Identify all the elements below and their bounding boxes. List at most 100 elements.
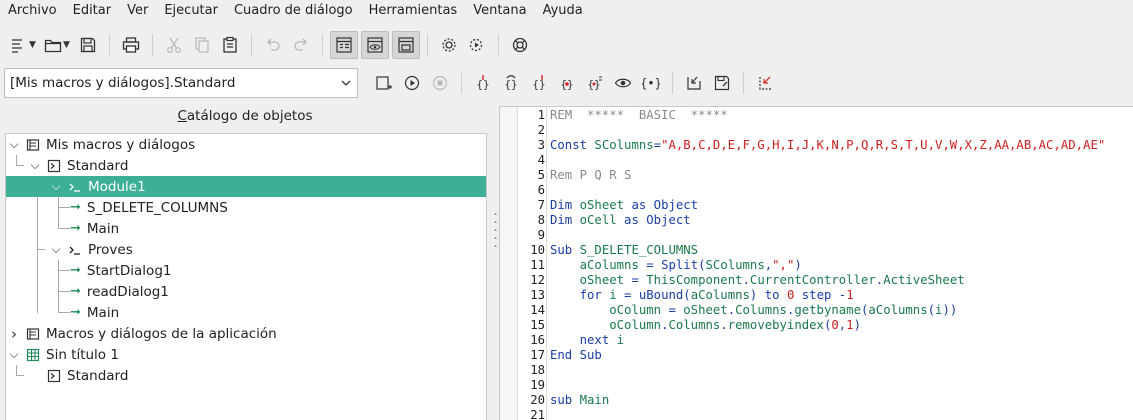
code-line[interactable]: 7 Dim oSheet as Object [500, 198, 1133, 213]
breakpoint-button[interactable]: {} [553, 69, 581, 97]
code-token: Columns [668, 318, 721, 332]
code-line[interactable]: 10 Sub S_DELETE_COLUMNS [500, 243, 1133, 258]
stop-button[interactable] [426, 69, 454, 97]
paste-button[interactable] [216, 31, 244, 59]
menu-ver[interactable]: Ver [121, 0, 154, 22]
code-line[interactable]: 16 next i [500, 333, 1133, 348]
select-module-button[interactable] [435, 31, 463, 59]
insert-source-button[interactable] [680, 69, 708, 97]
code-token: ActiveSheet [883, 273, 965, 287]
code-token: Dim [550, 213, 580, 227]
code-line[interactable]: 1 REM ***** BASIC ***** [500, 108, 1133, 123]
copy-button[interactable] [188, 31, 216, 59]
menu-ayuda[interactable]: Ayuda [537, 0, 589, 22]
object-catalog-button[interactable] [330, 31, 358, 59]
line-number: 2 [537, 123, 545, 137]
cut-button[interactable] [160, 31, 188, 59]
code-text: Const SColumns="A,B,C,D,E,F,G,H,I,J,K,N,… [550, 138, 1105, 153]
code-line[interactable]: 5 Rem P Q R S [500, 168, 1133, 183]
new-document-button[interactable]: ▼ [6, 31, 40, 59]
tree-item[interactable]: ➞ StartDialog1 [6, 260, 486, 281]
chevron-down-icon[interactable]: ⌵ [49, 179, 63, 194]
chevron-down-icon [341, 80, 351, 86]
open-button[interactable]: ▼ [40, 31, 74, 59]
chevron-down-icon[interactable]: ⌵ [49, 242, 63, 257]
step-into-button[interactable]: {} [469, 69, 497, 97]
compile-button[interactable] [370, 69, 398, 97]
code-token: = [624, 273, 647, 287]
tree-item[interactable]: Standard [6, 365, 486, 386]
save-source-button[interactable] [708, 69, 736, 97]
code-line[interactable]: 9 [500, 228, 1133, 243]
menu-herramientas[interactable]: Herramientas [363, 0, 464, 22]
step-out-button[interactable]: {} [525, 69, 553, 97]
code-line[interactable]: 19 [500, 378, 1133, 393]
library-selector[interactable]: [Mis macros y diálogos].Standard [4, 68, 358, 98]
tree-item[interactable]: ⌵ Standard [6, 155, 486, 176]
code-line[interactable]: 11 aColumns = Split(SColumns,",") [500, 258, 1133, 273]
manage-breakpoints-button[interactable]: {} [581, 69, 609, 97]
run-macro-button[interactable] [463, 31, 491, 59]
toolbar-separator [427, 34, 428, 56]
chevron-down-icon[interactable]: ⌵ [28, 158, 42, 173]
chevron-down-icon[interactable]: ⌵ [7, 347, 21, 362]
svg-text:{•}: {•} [642, 77, 660, 91]
tree-item[interactable]: ➞ Main [6, 302, 486, 323]
chevron-right-icon[interactable]: › [7, 325, 21, 343]
redo-button[interactable] [287, 31, 315, 59]
code-line[interactable]: 6 [500, 183, 1133, 198]
code-line[interactable]: 18 [500, 363, 1133, 378]
printer-icon [122, 37, 140, 53]
code-line[interactable]: 21 [500, 408, 1133, 420]
menu-ventana[interactable]: Ventana [467, 0, 532, 22]
code-line[interactable]: 2 [500, 123, 1133, 138]
code-editor[interactable]: 1 REM ***** BASIC ***** 2 3 Const SColumns="… [499, 106, 1133, 420]
code-token: uBound [638, 288, 684, 302]
chevron-down-icon[interactable]: ⌵ [7, 137, 21, 152]
undo-button[interactable] [259, 31, 287, 59]
code-line[interactable]: 12 oSheet = ThisComponent.CurrentControl… [500, 273, 1133, 288]
tree-item-label: Main [86, 220, 120, 237]
menu-cuadro-de-diálogo[interactable]: Cuadro de diálogo [228, 0, 359, 22]
copy-icon [195, 37, 209, 53]
code-line[interactable]: 17 End Sub [500, 348, 1133, 363]
line-number: 13 [530, 288, 545, 302]
save-button[interactable] [74, 31, 102, 59]
code-token: SColumns [705, 258, 765, 272]
code-token: = [616, 288, 639, 302]
organizer-button[interactable] [506, 31, 534, 59]
watch-window-button[interactable] [361, 31, 389, 59]
import-dialog-button[interactable] [751, 69, 779, 97]
print-button[interactable] [117, 31, 145, 59]
tree-item[interactable]: › Macros y diálogos de la aplicación [6, 323, 486, 344]
code-line[interactable]: 8 Dim oCell as Object [500, 213, 1133, 228]
code-line[interactable]: 13 for i = uBound(aColumns) to 0 step -1 [500, 288, 1133, 303]
code-token: 0 [831, 318, 839, 332]
save-icon [80, 37, 96, 53]
menu-archivo[interactable]: Archivo [2, 0, 63, 22]
enable-watch-button[interactable] [609, 69, 637, 97]
code-line[interactable]: 20 sub Main [500, 393, 1133, 408]
object-catalog-toolbar-button[interactable]: {•} [637, 69, 665, 97]
object-catalog-tree[interactable]: ⌵ Mis macros y diálogos ⌵ Standard ⌵ Module1 ➞… [5, 133, 487, 420]
toolbar-separator [251, 34, 252, 56]
step-over-button[interactable]: {} [497, 69, 525, 97]
tree-item[interactable]: ⌵ Module1 [6, 176, 486, 197]
code-line[interactable]: 3 Const SColumns="A,B,C,D,E,F,G,H,I,J,K,N… [500, 138, 1133, 153]
code-line[interactable]: 14 oColumn = oSheet.Columns.getbyname(aC… [500, 303, 1133, 318]
run-button[interactable] [398, 69, 426, 97]
tree-item[interactable]: ⌵ Mis macros y diálogos [6, 134, 486, 155]
menu-ejecutar[interactable]: Ejecutar [158, 0, 224, 22]
code-line[interactable]: 4 [500, 153, 1133, 168]
code-line[interactable]: 15 oColumn.Columns.removebyindex(0,1) [500, 318, 1133, 333]
tree-item[interactable]: ➞ Main [6, 218, 486, 239]
tree-item[interactable]: ➞ readDialog1 [6, 281, 486, 302]
basic-library-icon [46, 368, 62, 384]
tree-item[interactable]: ⌵ Sin título 1 [6, 344, 486, 365]
tree-item[interactable]: ⌵ Proves [6, 239, 486, 260]
menu-editar[interactable]: Editar [67, 0, 118, 22]
toolbar-separator [322, 34, 323, 56]
stack-window-button[interactable] [392, 31, 420, 59]
splitter-handle[interactable] [494, 210, 497, 250]
tree-item[interactable]: ➞ S_DELETE_COLUMNS [6, 197, 486, 218]
